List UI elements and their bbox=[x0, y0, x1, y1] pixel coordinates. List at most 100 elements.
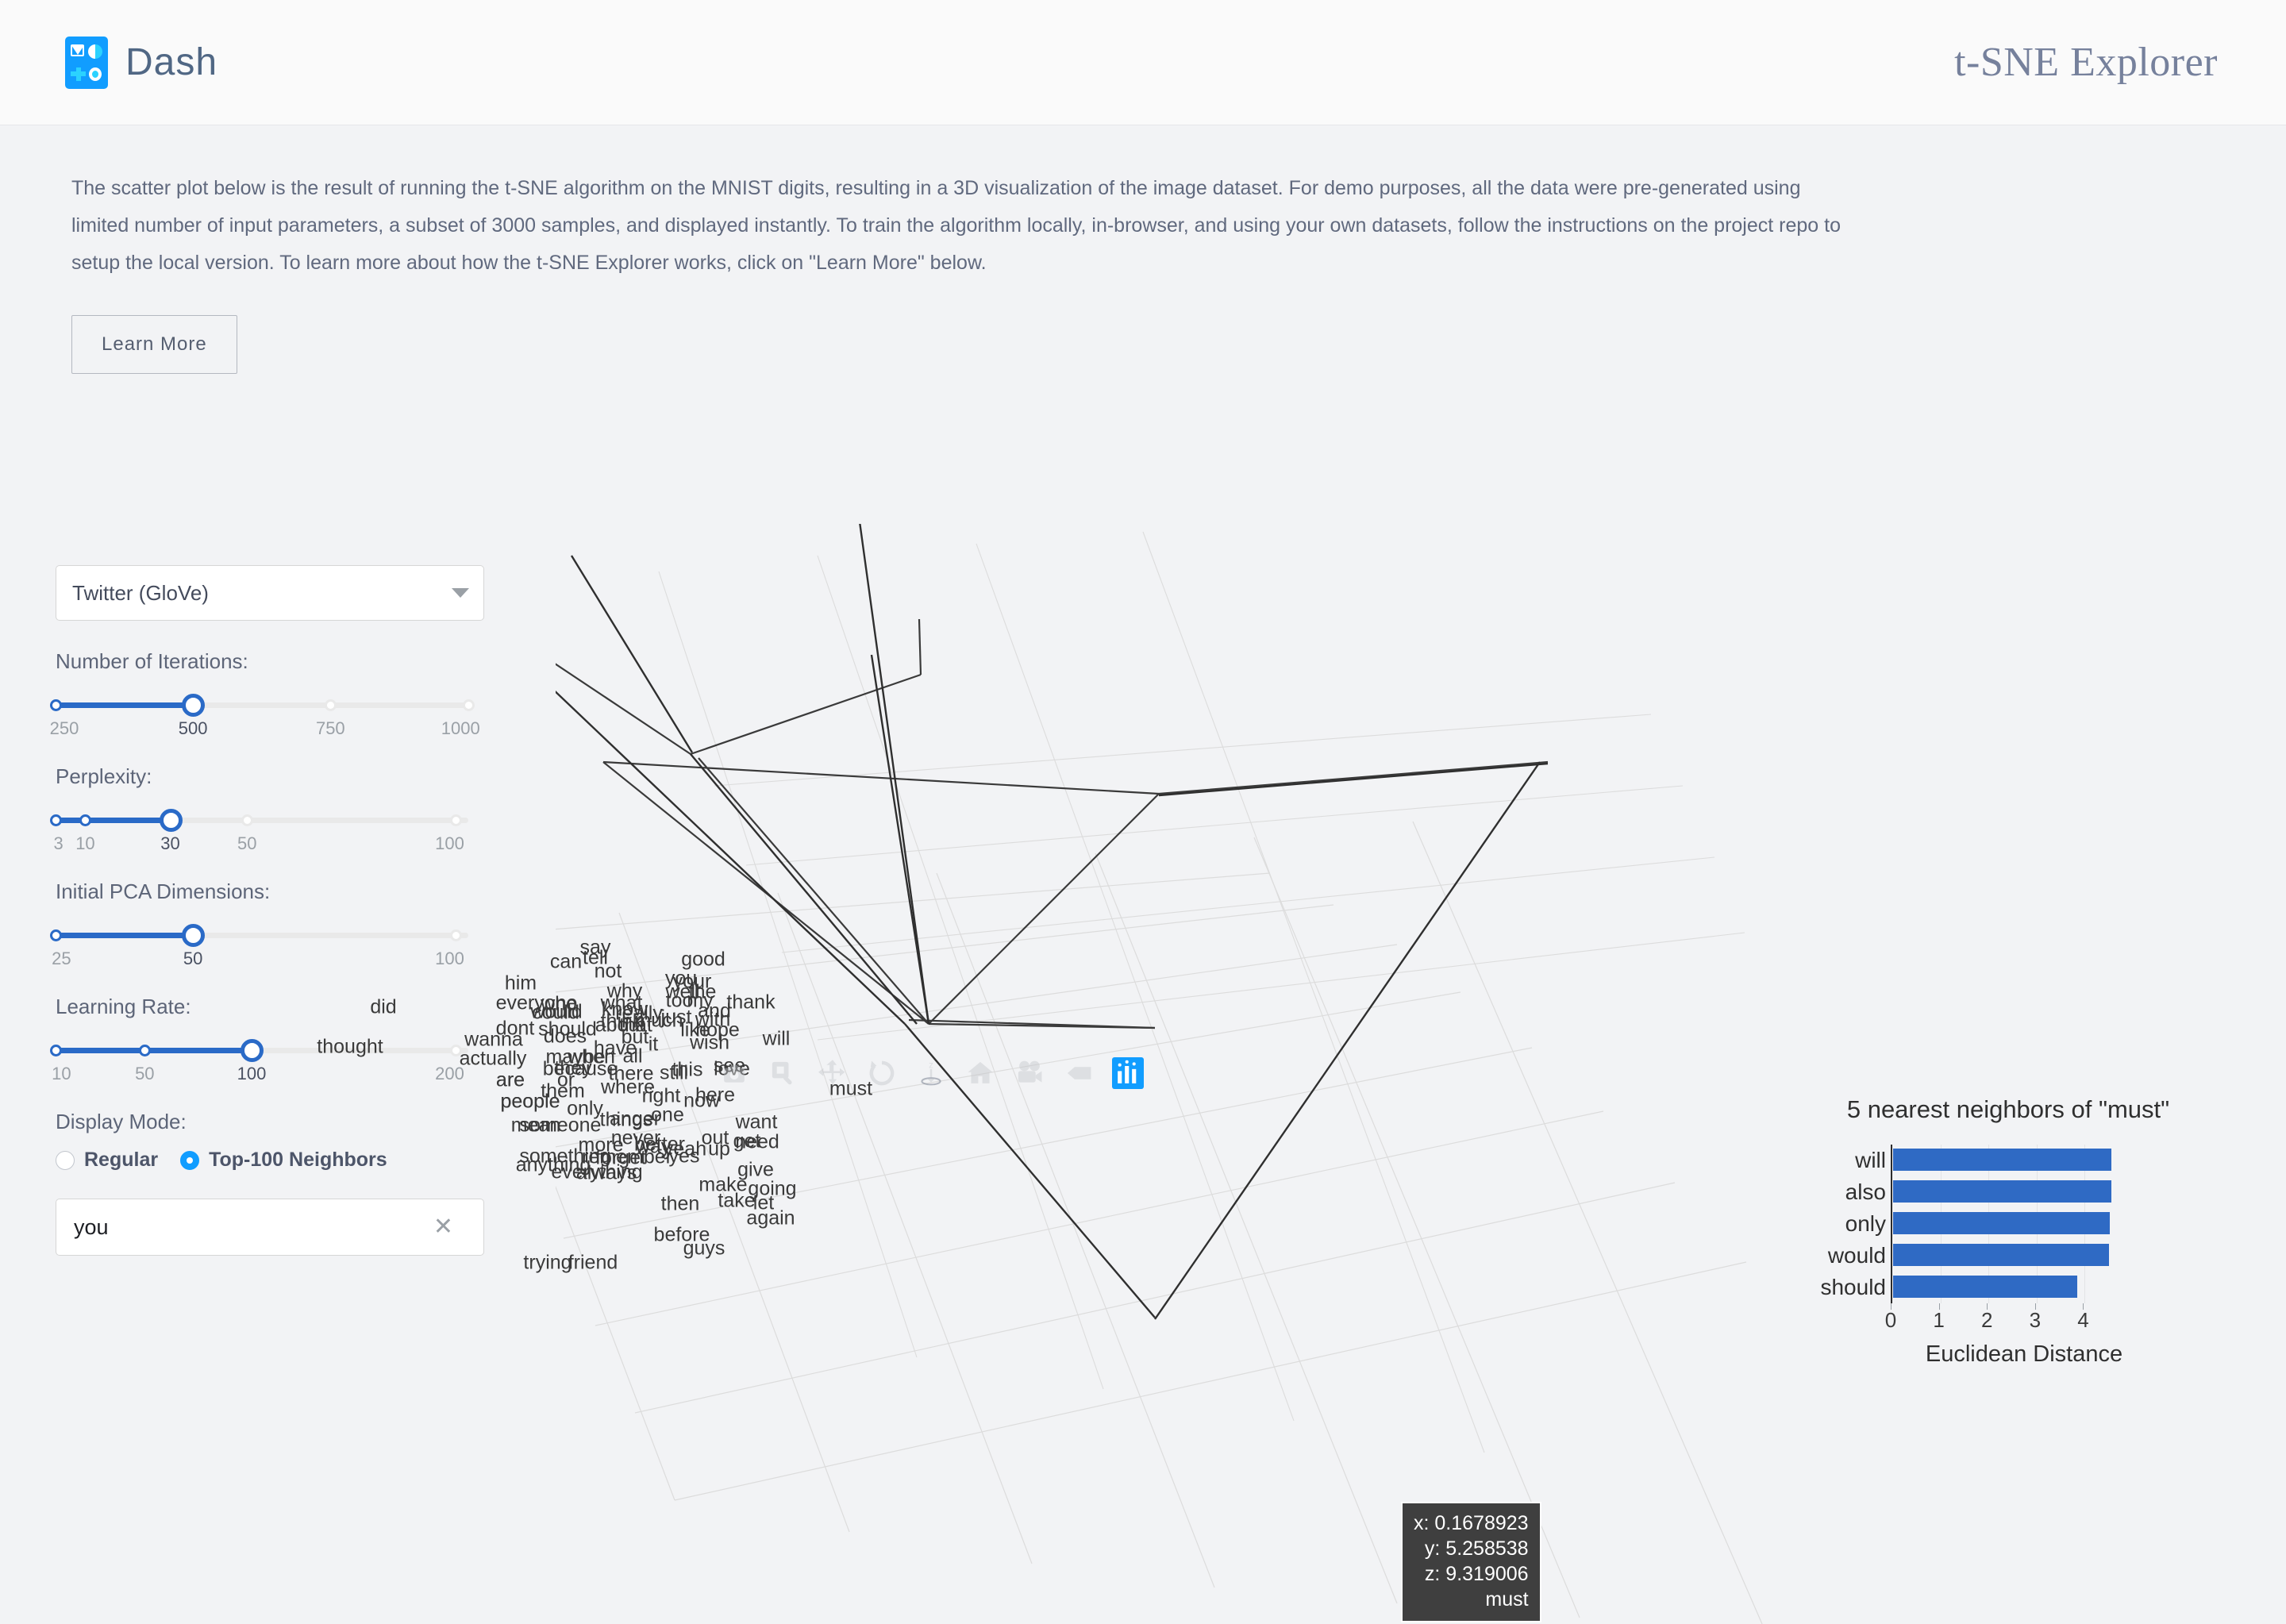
word-label[interactable]: can bbox=[550, 951, 582, 974]
close-icon[interactable]: ✕ bbox=[433, 1215, 453, 1239]
slider-iterations[interactable]: 250 500 750 1000 bbox=[50, 688, 480, 739]
slider-tick-dot[interactable] bbox=[79, 814, 92, 826]
slider-tick-label[interactable]: 100 bbox=[435, 949, 464, 969]
word-label[interactable]: again bbox=[746, 1207, 795, 1230]
word-label[interactable]: now bbox=[683, 1090, 720, 1113]
slider-tick-label[interactable]: 25 bbox=[52, 949, 71, 969]
slider-tick-dot[interactable] bbox=[463, 699, 475, 711]
chart-category-label: also bbox=[1845, 1180, 1886, 1204]
slider-pca-dimensions[interactable]: 25 50 100 bbox=[50, 918, 468, 969]
chevron-down-icon bbox=[452, 588, 469, 598]
slider-tick-dot[interactable] bbox=[449, 929, 462, 941]
radio-label-1[interactable]: Top-100 Neighbors bbox=[209, 1149, 387, 1172]
slider-tick-dot[interactable] bbox=[50, 929, 62, 941]
word-label[interactable]: up bbox=[708, 1138, 730, 1161]
slider-tick-label[interactable]: 10 bbox=[75, 833, 94, 854]
word-label[interactable]: wish bbox=[690, 1032, 729, 1055]
reset-camera-home-icon[interactable] bbox=[964, 1057, 996, 1093]
tooltip-x: x: 0.1678923 bbox=[1414, 1512, 1529, 1534]
slider-tick-dot[interactable] bbox=[50, 1045, 62, 1056]
word-label[interactable]: this bbox=[672, 1059, 703, 1082]
word-select[interactable]: you ✕ bbox=[56, 1199, 484, 1256]
slider-tick-dot[interactable] bbox=[50, 699, 62, 711]
word-label[interactable]: does bbox=[544, 1026, 587, 1049]
word-label[interactable]: need bbox=[735, 1131, 779, 1154]
slider-tick-label[interactable]: 750 bbox=[316, 718, 345, 739]
chart-bar[interactable] bbox=[1893, 1276, 2078, 1298]
chart-bar[interactable] bbox=[1893, 1212, 2110, 1234]
turntable-rotate-icon[interactable]: z bbox=[915, 1057, 947, 1093]
slider-tick-label[interactable]: 100 bbox=[435, 833, 464, 854]
word-select-value: you bbox=[74, 1214, 109, 1239]
toggle-spike-lines-icon[interactable] bbox=[1112, 1057, 1144, 1093]
word-label[interactable]: actually bbox=[460, 1048, 527, 1071]
word-label[interactable]: trying bbox=[523, 1252, 572, 1275]
slider-tick-dot[interactable] bbox=[50, 814, 62, 826]
chart-bar-row[interactable]: would bbox=[1828, 1240, 2230, 1272]
word-label[interactable]: it bbox=[648, 1033, 659, 1056]
slider-tick-label[interactable]: 3 bbox=[54, 833, 64, 854]
reset-camera-last-save-icon[interactable] bbox=[1014, 1057, 1045, 1093]
chart-bar-row[interactable]: only bbox=[1845, 1208, 2230, 1240]
slider-handle-iterations[interactable] bbox=[182, 694, 206, 717]
chart-tick-label: 3 bbox=[2029, 1308, 2042, 1332]
slider-tick-label[interactable]: 100 bbox=[237, 1064, 267, 1084]
slider-label-learning-rate: Learning Rate: bbox=[56, 995, 191, 1018]
slider-tick-dot[interactable] bbox=[139, 1045, 152, 1056]
chart-bar[interactable] bbox=[1893, 1244, 2109, 1266]
slider-tick-dot[interactable] bbox=[449, 814, 462, 826]
slider-fill bbox=[56, 1048, 252, 1053]
zoom-icon[interactable] bbox=[768, 1057, 799, 1093]
word-label[interactable]: will bbox=[763, 1028, 791, 1051]
word-label[interactable]: did bbox=[370, 996, 396, 1019]
slider-tick-label[interactable]: 10 bbox=[52, 1064, 71, 1084]
word-label[interactable]: guys bbox=[683, 1237, 725, 1260]
tooltip-y: y: 5.258538 bbox=[1424, 1537, 1529, 1560]
slider-tick-label[interactable]: 50 bbox=[183, 949, 202, 969]
plot-modebar[interactable]: z bbox=[718, 1057, 1144, 1093]
slider-tick-label[interactable]: 50 bbox=[135, 1064, 154, 1084]
chart-category-label: only bbox=[1845, 1211, 1886, 1236]
slider-perplexity[interactable]: 3 10 30 50 100 bbox=[50, 803, 468, 854]
chart-bar-row[interactable]: also bbox=[1845, 1176, 2230, 1208]
download-plot-icon[interactable] bbox=[718, 1057, 750, 1093]
chart-bar[interactable] bbox=[1893, 1149, 2111, 1171]
slider-label-perplexity: Perplexity: bbox=[56, 764, 152, 788]
chart-bar[interactable] bbox=[1893, 1180, 2111, 1203]
slider-tick-dot[interactable] bbox=[241, 814, 254, 826]
chart-tick-label: 4 bbox=[2077, 1308, 2089, 1332]
display-mode-label: Display Mode: bbox=[56, 1110, 187, 1133]
word-label[interactable]: thought bbox=[317, 1036, 383, 1059]
word-label[interactable]: friend bbox=[568, 1252, 618, 1275]
orbit-rotate-icon[interactable] bbox=[866, 1057, 898, 1093]
dataset-select[interactable]: Twitter (GloVe) bbox=[56, 565, 484, 621]
word-label[interactable]: always bbox=[576, 1162, 637, 1185]
slider-handle-pca-dimensions[interactable] bbox=[182, 924, 206, 947]
word-label[interactable]: yes bbox=[669, 1145, 700, 1168]
slider-tick-label[interactable]: 30 bbox=[160, 833, 179, 854]
pan-icon[interactable] bbox=[817, 1057, 849, 1093]
slider-learning-rate[interactable]: 10 50 100 200 bbox=[50, 1033, 468, 1084]
slider-tick-dot[interactable] bbox=[325, 699, 337, 711]
chart-tick-label: 1 bbox=[1933, 1308, 1945, 1332]
slider-tick-label[interactable]: 250 bbox=[50, 718, 79, 739]
word-label[interactable]: are bbox=[496, 1069, 525, 1092]
chart-bar-row[interactable]: will bbox=[1855, 1145, 2230, 1176]
hover-tooltip: x: 0.1678923 y: 5.258538 z: 9.319006 mus… bbox=[1401, 1502, 1541, 1622]
radio-regular[interactable] bbox=[56, 1150, 75, 1170]
word-label[interactable]: thank bbox=[726, 991, 775, 1014]
dataset-select-value: Twitter (GloVe) bbox=[72, 580, 209, 605]
slider-tick-label[interactable]: 50 bbox=[237, 833, 256, 854]
chart-bar-row[interactable]: should bbox=[1820, 1272, 2230, 1303]
slider-tick-label[interactable]: 500 bbox=[179, 718, 208, 739]
word-label[interactable]: people bbox=[500, 1091, 560, 1114]
toggle-hover-closest-icon[interactable] bbox=[1063, 1057, 1095, 1093]
learn-more-button[interactable]: Learn More bbox=[71, 315, 237, 374]
slider-tick-label[interactable]: 1000 bbox=[441, 718, 480, 739]
word-label[interactable]: then bbox=[661, 1193, 700, 1216]
slider-handle-learning-rate[interactable] bbox=[241, 1039, 264, 1062]
radio-label-0[interactable]: Regular bbox=[84, 1149, 158, 1172]
word-label[interactable]: one bbox=[651, 1104, 684, 1127]
radio-top-100-neighbors[interactable] bbox=[180, 1150, 200, 1170]
slider-handle-perplexity[interactable] bbox=[159, 809, 183, 832]
